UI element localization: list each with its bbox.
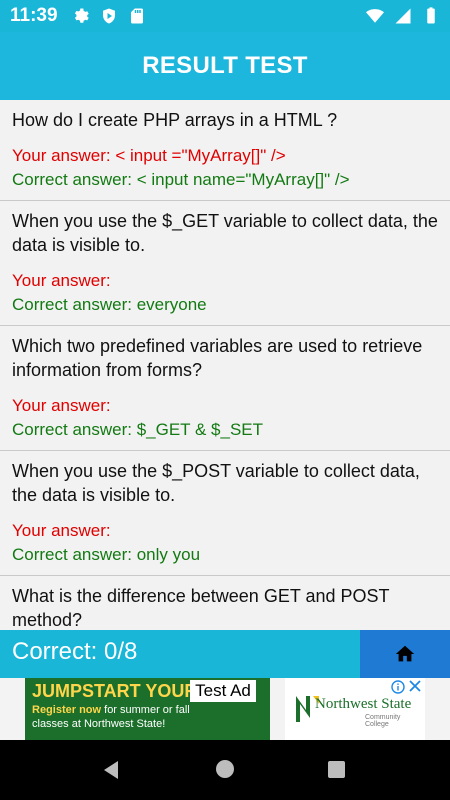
correct-answer: Correct answer: $_GET & $_SET xyxy=(12,420,264,439)
test-ad-label: Test Ad xyxy=(190,680,256,702)
home-icon xyxy=(395,645,415,662)
ad-body: Register now for summer or fall classes … xyxy=(32,704,190,730)
list-item: Which two predefined variables are used … xyxy=(0,326,450,451)
list-item: What is the difference between GET and P… xyxy=(0,576,450,630)
ad-headline: JUMPSTART YOUR F xyxy=(32,681,214,701)
gear-icon xyxy=(74,8,89,23)
home-button[interactable] xyxy=(360,630,450,678)
close-icon[interactable] xyxy=(408,679,422,693)
your-answer: Your answer: < input ="MyArray[]" /> xyxy=(12,146,286,165)
score-text: Correct: 0/8 xyxy=(12,638,138,665)
sdcard-icon xyxy=(130,8,143,24)
question-text: How do I create PHP arrays in a HTML ? xyxy=(12,110,338,130)
wifi-icon xyxy=(366,9,384,23)
your-answer: Your answer: xyxy=(12,521,111,540)
correct-answer: Correct answer: only you xyxy=(12,545,201,564)
list-item: When you use the $_POST variable to coll… xyxy=(0,451,450,576)
status-bar: 11:39 xyxy=(0,0,450,32)
question-text: When you use the $_POST variable to coll… xyxy=(12,461,420,505)
list-item: When you use the $_GET variable to colle… xyxy=(0,201,450,326)
info-icon[interactable] xyxy=(391,680,405,694)
ad-brand-name: Northwest State xyxy=(315,696,412,712)
ad-brand-sub: Community College xyxy=(365,714,401,728)
correct-answer: Correct answer: < input name="MyArray[]"… xyxy=(12,170,350,189)
correct-answer: Correct answer: everyone xyxy=(12,295,207,314)
signal-icon xyxy=(395,8,411,24)
result-list[interactable]: How do I create PHP arrays in a HTML ? Y… xyxy=(0,100,450,630)
home-nav-icon[interactable] xyxy=(216,760,234,778)
app-bar: RESULT TEST xyxy=(0,32,450,100)
status-time: 11:39 xyxy=(10,5,58,26)
your-answer: Your answer: xyxy=(12,396,111,415)
recents-icon[interactable] xyxy=(328,761,345,778)
question-text: Which two predefined variables are used … xyxy=(12,336,423,380)
your-answer: Your answer: xyxy=(12,271,111,290)
battery-icon xyxy=(427,7,435,24)
page-title: RESULT TEST xyxy=(142,52,308,79)
question-text: When you use the $_GET variable to colle… xyxy=(12,211,438,255)
list-item: How do I create PHP arrays in a HTML ? Y… xyxy=(0,100,450,201)
question-text: What is the difference between GET and P… xyxy=(12,586,390,630)
shield-icon xyxy=(102,8,115,24)
back-icon[interactable] xyxy=(102,760,120,780)
